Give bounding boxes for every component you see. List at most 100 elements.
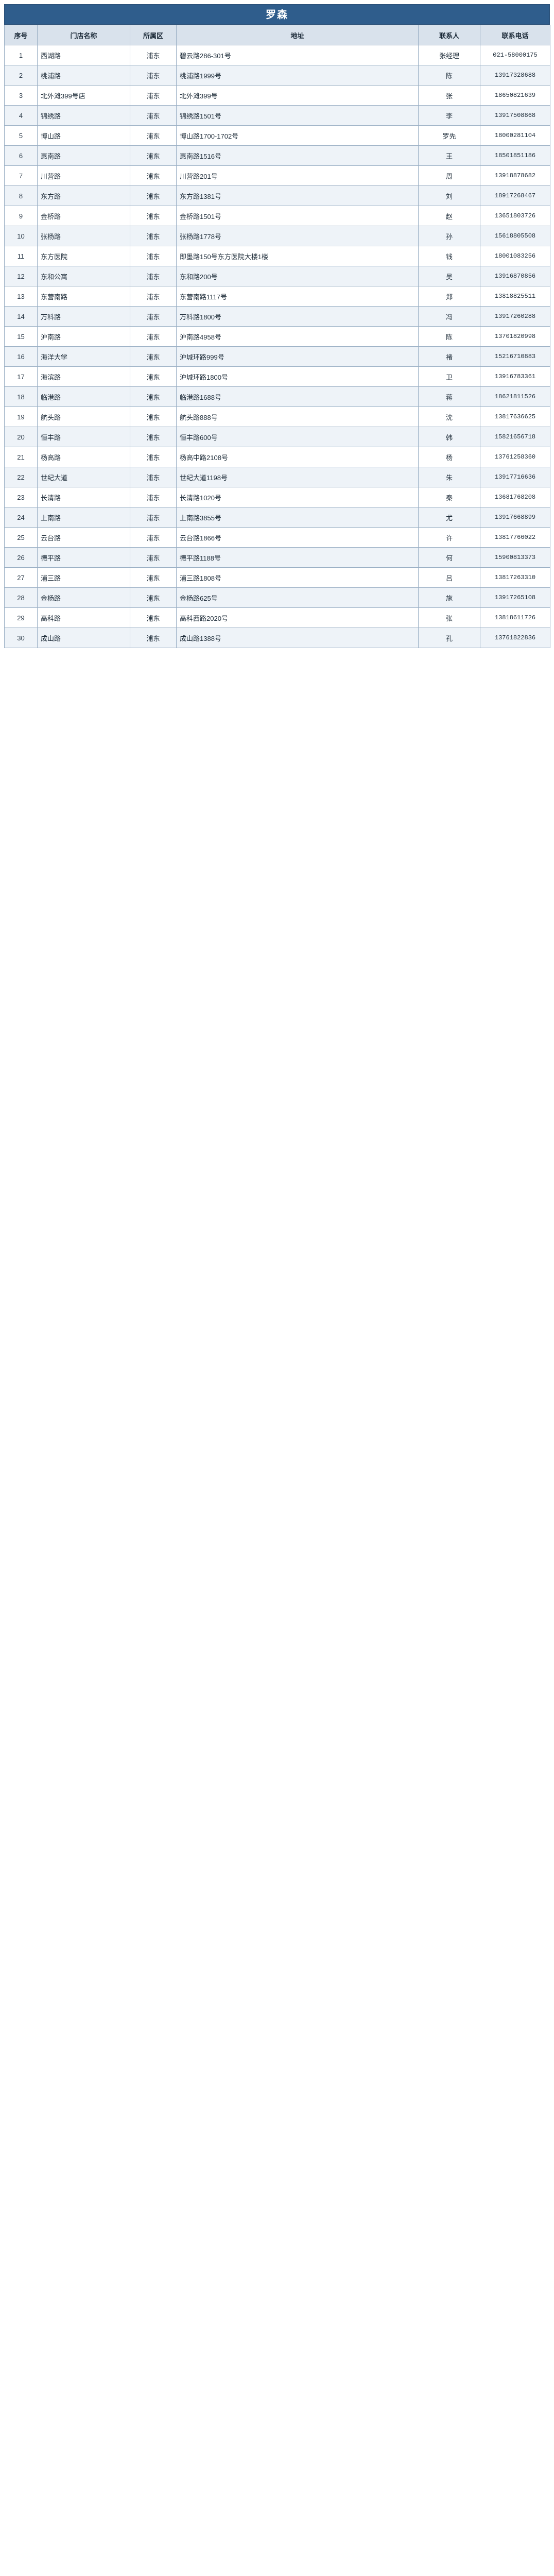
cell-index: 6 bbox=[4, 145, 38, 166]
cell-index: 22 bbox=[4, 467, 38, 487]
table-row: 22 世纪大道 浦东 世纪大道1198号朱 13917716636 bbox=[4, 467, 550, 487]
cell-store-name: 川营路 bbox=[37, 165, 130, 186]
cell-address: 金桥路1501号 bbox=[176, 206, 419, 226]
cell-store-name: 浦三路 bbox=[37, 567, 130, 588]
header-address: 地址 bbox=[176, 25, 419, 45]
cell-store-name: 上南路 bbox=[37, 507, 130, 528]
cell-district: 浦东 bbox=[130, 246, 177, 266]
cell-address: 锦绣路1501号 bbox=[176, 105, 419, 126]
cell-contact-phone: 13917668899 bbox=[480, 507, 550, 528]
header-contact-person: 联系人 bbox=[418, 25, 480, 45]
cell-index: 28 bbox=[4, 587, 38, 608]
cell-store-name: 东和公寓 bbox=[37, 266, 130, 286]
cell-contact-phone: 15821656718 bbox=[480, 427, 550, 447]
cell-store-name: 西湖路 bbox=[37, 45, 130, 65]
cell-contact-phone: 15216710883 bbox=[480, 346, 550, 367]
cell-contact-person: 秦 bbox=[418, 487, 480, 507]
cell-contact-person: 沈 bbox=[418, 406, 480, 427]
cell-index: 24 bbox=[4, 507, 38, 528]
cell-contact-phone: 13917260288 bbox=[480, 306, 550, 327]
cell-contact-phone: 13761822836 bbox=[480, 628, 550, 648]
table-row: 29 高科路 浦东 高科西路2020号张 13818611726 bbox=[4, 607, 550, 628]
cell-contact-phone: 13917508868 bbox=[480, 105, 550, 126]
table-row: 12 东和公寓 浦东 东和路200号吴 13916870856 bbox=[4, 266, 550, 286]
cell-contact-phone: 18001083256 bbox=[480, 246, 550, 266]
cell-district: 浦东 bbox=[130, 607, 177, 628]
sheet-title: 罗森 bbox=[4, 4, 550, 25]
cell-index: 18 bbox=[4, 386, 38, 407]
cell-district: 浦东 bbox=[130, 366, 177, 387]
cell-contact-phone: 18501851186 bbox=[480, 145, 550, 166]
cell-index: 13 bbox=[4, 286, 38, 307]
cell-address: 碧云路286-301号 bbox=[176, 45, 419, 65]
cell-address: 东和路200号 bbox=[176, 266, 419, 286]
cell-index: 4 bbox=[4, 105, 38, 126]
cell-district: 浦东 bbox=[130, 527, 177, 548]
cell-contact-person: 孔 bbox=[418, 628, 480, 648]
cell-contact-phone: 13681768208 bbox=[480, 487, 550, 507]
table-row: 18 临港路 浦东 临港路1688号蒋 18621811526 bbox=[4, 386, 550, 407]
cell-address: 沪城环路999号 bbox=[176, 346, 419, 367]
cell-store-name: 世纪大道 bbox=[37, 467, 130, 487]
cell-contact-person: 吴 bbox=[418, 266, 480, 286]
cell-index: 14 bbox=[4, 306, 38, 327]
cell-contact-person: 钱 bbox=[418, 246, 480, 266]
cell-address: 临港路1688号 bbox=[176, 386, 419, 407]
cell-index: 9 bbox=[4, 206, 38, 226]
cell-contact-person: 朱 bbox=[418, 467, 480, 487]
table-row: 21 杨高路 浦东 杨高中路2108号杨 13761258360 bbox=[4, 447, 550, 467]
cell-district: 浦东 bbox=[130, 487, 177, 507]
page: 罗森 序号 门店名称 所属区 地址 联系人 联系电话 1 西湖路 浦东 碧云路286-… bbox=[0, 0, 554, 654]
cell-district: 浦东 bbox=[130, 628, 177, 648]
cell-contact-person: 周 bbox=[418, 165, 480, 186]
cell-store-name: 金杨路 bbox=[37, 587, 130, 608]
cell-district: 浦东 bbox=[130, 125, 177, 146]
cell-contact-person: 卫 bbox=[418, 366, 480, 387]
cell-index: 11 bbox=[4, 246, 38, 266]
table-row: 26 德平路 浦东 德平路1188号何 15900813373 bbox=[4, 547, 550, 568]
cell-contact-phone: 18000281104 bbox=[480, 125, 550, 146]
cell-contact-person: 何 bbox=[418, 547, 480, 568]
cell-contact-phone: 13917716636 bbox=[480, 467, 550, 487]
cell-store-name: 桃浦路 bbox=[37, 65, 130, 86]
cell-contact-person: 陈 bbox=[418, 326, 480, 347]
cell-contact-person: 李 bbox=[418, 105, 480, 126]
cell-address: 东营南路1117号 bbox=[176, 286, 419, 307]
cell-district: 浦东 bbox=[130, 65, 177, 86]
cell-district: 浦东 bbox=[130, 85, 177, 106]
cell-store-name: 东方路 bbox=[37, 185, 130, 206]
cell-district: 浦东 bbox=[130, 447, 177, 467]
cell-contact-person: 尤 bbox=[418, 507, 480, 528]
table-row: 11 东方医院 浦东 即墨路150号东方医院大楼1楼钱 18001083256 bbox=[4, 246, 550, 266]
cell-contact-person: 刘 bbox=[418, 185, 480, 206]
table-header: 序号 门店名称 所属区 地址 联系人 联系电话 bbox=[4, 25, 550, 45]
cell-index: 26 bbox=[4, 547, 38, 568]
table-row: 16 海洋大学 浦东 沪城环路999号褚 15216710883 bbox=[4, 346, 550, 367]
cell-index: 25 bbox=[4, 527, 38, 548]
cell-index: 5 bbox=[4, 125, 38, 146]
table-row: 2 桃浦路 浦东 桃浦路1999号陈 13917328688 bbox=[4, 65, 550, 86]
cell-index: 20 bbox=[4, 427, 38, 447]
cell-contact-phone: 15618805508 bbox=[480, 226, 550, 246]
cell-address: 沪南路4958号 bbox=[176, 326, 419, 347]
table-row: 1 西湖路 浦东 碧云路286-301号 张经理 021-58000175 bbox=[4, 45, 550, 65]
cell-contact-person: 孙 bbox=[418, 226, 480, 246]
cell-index: 29 bbox=[4, 607, 38, 628]
cell-address: 高科西路2020号 bbox=[176, 607, 419, 628]
table-row: 30 成山路 浦东 成山路1388号孔 13761822836 bbox=[4, 628, 550, 648]
table-row: 14 万科路 浦东 万科路1800号冯 13917260288 bbox=[4, 306, 550, 327]
cell-district: 浦东 bbox=[130, 547, 177, 568]
header-district: 所属区 bbox=[130, 25, 177, 45]
cell-address: 东方路1381号 bbox=[176, 185, 419, 206]
cell-address: 杨高中路2108号 bbox=[176, 447, 419, 467]
cell-address: 云台路1866号 bbox=[176, 527, 419, 548]
table-row: 4 锦绣路 浦东 锦绣路1501号李 13917508868 bbox=[4, 105, 550, 126]
cell-address: 航头路888号 bbox=[176, 406, 419, 427]
cell-index: 7 bbox=[4, 165, 38, 186]
cell-store-name: 张杨路 bbox=[37, 226, 130, 246]
cell-index: 17 bbox=[4, 366, 38, 387]
cell-address: 博山路1700-1702号 bbox=[176, 125, 419, 146]
cell-contact-person: 杨 bbox=[418, 447, 480, 467]
cell-store-name: 德平路 bbox=[37, 547, 130, 568]
cell-contact-person: 褚 bbox=[418, 346, 480, 367]
